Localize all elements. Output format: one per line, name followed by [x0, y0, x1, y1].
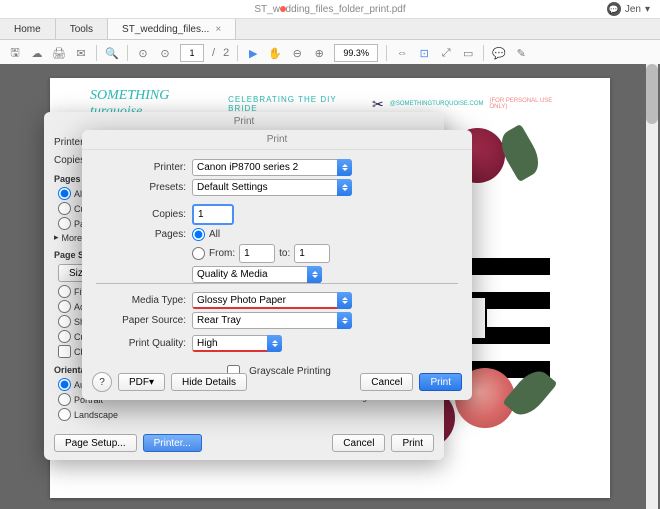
dlg1-print-button[interactable]: Print [391, 434, 434, 452]
fit-width-icon[interactable]: ⇔ [395, 46, 409, 60]
page-setup-button[interactable]: Page Setup... [54, 434, 137, 452]
scissors-icon: ✂ [372, 96, 384, 113]
opt-actual[interactable] [58, 300, 71, 313]
titlebar: ST_wedding_files_folder_print.pdf 💬 Jen … [0, 0, 660, 19]
dlg2-title: Print [82, 130, 472, 150]
dlg2-print-button[interactable]: Print [419, 373, 462, 391]
opt-landscape[interactable] [58, 408, 71, 421]
print-icon[interactable]: 🖨 [52, 46, 66, 60]
chat-icon[interactable]: 💬 [607, 2, 621, 16]
dlg2-printer-select[interactable]: Canon iP8700 series 2 [192, 159, 352, 176]
hide-details-button[interactable]: Hide Details [171, 373, 247, 391]
opt-current[interactable] [58, 202, 71, 215]
page-total: 2 [223, 47, 229, 59]
zoom-input[interactable] [334, 44, 378, 62]
print-quality-select[interactable]: High [192, 335, 282, 352]
chevron-down-icon[interactable]: ▾ [645, 4, 650, 15]
media-type-select[interactable]: Glossy Photo Paper [192, 292, 352, 309]
tab-file[interactable]: ST_wedding_files...× [108, 19, 236, 39]
zoom-out-icon[interactable]: ⊖ [290, 46, 304, 60]
presets-label: Presets: [96, 182, 186, 193]
presets-select[interactable]: Default Settings [192, 179, 352, 196]
printer-button[interactable]: Printer... [143, 434, 202, 452]
search-icon[interactable]: 🔍 [105, 46, 119, 60]
opt-portrait[interactable] [58, 393, 71, 406]
opt-choose[interactable] [58, 345, 71, 358]
dlg2-pages-label: Pages: [96, 229, 186, 240]
quality-label: Print Quality: [96, 338, 186, 349]
scrollbar-thumb[interactable] [646, 64, 658, 124]
read-icon[interactable]: ▭ [461, 46, 475, 60]
dlg1-title: Print [44, 112, 444, 131]
user-area[interactable]: 💬 Jen ▾ [607, 2, 650, 16]
save-icon[interactable]: 🖫 [8, 46, 22, 60]
page-number-input[interactable] [180, 44, 204, 62]
copies-input[interactable] [192, 204, 234, 225]
opt-all[interactable] [58, 187, 71, 200]
zoom-in-icon[interactable]: ⊕ [312, 46, 326, 60]
media-label: Media Type: [96, 295, 186, 306]
print-dialog-front: Print Printer: Canon iP8700 series 2 Pre… [82, 130, 472, 400]
window-filename: ST_wedding_files_folder_print.pdf [254, 4, 405, 15]
to-input[interactable] [294, 244, 330, 263]
pdf-button[interactable]: PDF ▾ [118, 373, 165, 391]
pointer-icon[interactable]: ▶ [246, 46, 260, 60]
comment-icon[interactable]: 💬 [492, 46, 506, 60]
hand-icon[interactable]: ✋ [268, 46, 282, 60]
dlg1-cancel-button[interactable]: Cancel [332, 434, 385, 452]
page-down-icon[interactable]: ⊙ [158, 46, 172, 60]
dlg2-copies-label: Copies: [96, 209, 186, 220]
opt-pages[interactable] [58, 217, 71, 230]
cloud-icon[interactable]: ☁ [30, 46, 44, 60]
paper-source-select[interactable]: Rear Tray [192, 312, 352, 329]
mail-icon[interactable]: ✉ [74, 46, 88, 60]
user-name: Jen [625, 4, 641, 15]
pages-all-radio[interactable] [192, 228, 205, 241]
dlg2-cancel-button[interactable]: Cancel [360, 373, 413, 391]
scrollbar[interactable] [646, 64, 658, 509]
tabbar: Home Tools ST_wedding_files...× [0, 19, 660, 40]
from-input[interactable] [239, 244, 275, 263]
opt-shrink[interactable] [58, 315, 71, 328]
fit-page-icon[interactable]: ⊡ [417, 46, 431, 60]
sign-icon[interactable]: ✎ [514, 46, 528, 60]
toolbar: 🖫 ☁ 🖨 ✉ 🔍 ⊙ ⊙ / 2 ▶ ✋ ⊖ ⊕ ⇔ ⊡ ⤢ ▭ 💬 ✎ [0, 40, 660, 67]
dlg2-printer-label: Printer: [96, 162, 186, 173]
tab-home[interactable]: Home [0, 19, 56, 39]
opt-auto[interactable] [58, 378, 71, 391]
chevron-down-icon: ▾ [149, 377, 154, 388]
close-tab-icon[interactable]: × [215, 24, 221, 35]
page-up-icon[interactable]: ⊙ [136, 46, 150, 60]
window: ST_wedding_files_folder_print.pdf 💬 Jen … [0, 0, 660, 509]
opt-fit[interactable] [58, 285, 71, 298]
expand-icon[interactable]: ⤢ [439, 46, 453, 60]
pages-from-radio[interactable] [192, 247, 205, 260]
source-label: Paper Source: [96, 315, 186, 326]
help-button[interactable]: ? [92, 372, 112, 392]
section-select[interactable]: Quality & Media [192, 266, 322, 283]
opt-custom[interactable] [58, 330, 71, 343]
pdf-dot-icon [280, 6, 286, 12]
tab-tools[interactable]: Tools [56, 19, 108, 39]
page-sep: / [212, 47, 215, 59]
